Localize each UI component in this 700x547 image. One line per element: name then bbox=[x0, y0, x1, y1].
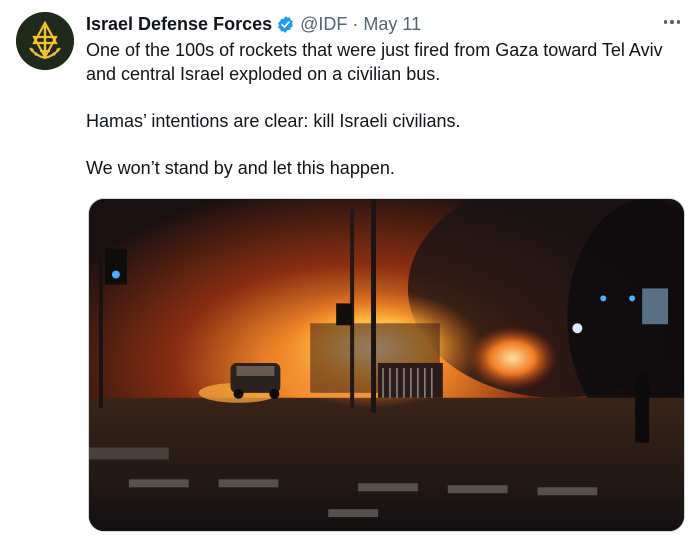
author-handle[interactable]: @IDF bbox=[300, 14, 347, 35]
verified-badge-icon bbox=[276, 15, 295, 34]
idf-emblem-icon bbox=[16, 12, 74, 70]
tweet-text-line: We won’t stand by and let this happen. bbox=[86, 157, 395, 178]
author-display-name[interactable]: Israel Defense Forces bbox=[86, 14, 272, 35]
tweet-media-photo[interactable] bbox=[88, 198, 685, 532]
more-options-icon[interactable] bbox=[660, 10, 684, 34]
author-avatar[interactable] bbox=[16, 12, 74, 70]
tweet-text-line: and central Israel exploded on a civilia… bbox=[86, 63, 441, 84]
tweet-text-line: Hamas’ intentions are clear: kill Israel… bbox=[86, 110, 461, 131]
header-separator: · bbox=[352, 13, 359, 34]
tweet-header: Israel Defense Forces @IDF · May 11 bbox=[86, 12, 421, 36]
tweet-text: One of the 100s of rockets that were jus… bbox=[86, 39, 686, 180]
burning-bus-photo bbox=[89, 199, 684, 531]
tweet-date-link[interactable]: May 11 bbox=[363, 14, 421, 35]
tweet-text-line: One of the 100s of rockets that were jus… bbox=[86, 40, 663, 60]
